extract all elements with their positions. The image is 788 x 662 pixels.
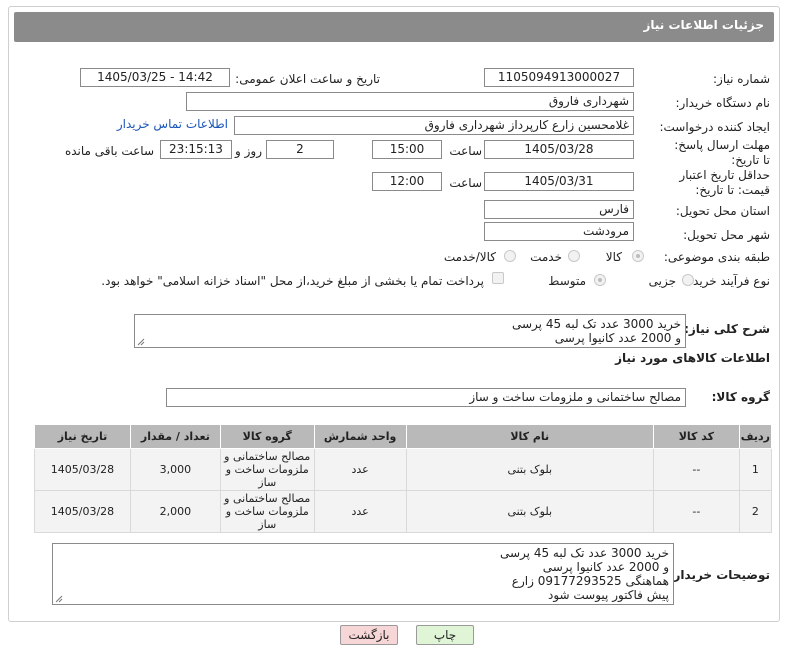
page-title: جزئیات اطلاعات نیاز (643, 18, 764, 32)
summary-label: شرح کلی نیاز: (684, 322, 770, 336)
back-button[interactable]: بازگشت (340, 625, 398, 645)
announce-datetime-field[interactable]: 1405/03/25 - 14:42 (80, 68, 230, 87)
process-radio-medium[interactable] (594, 274, 606, 286)
row-unit: عدد (313, 448, 407, 491)
summary-textarea[interactable]: خرید 3000 عدد تک لبه 45 پرسی و 2000 عدد … (134, 314, 686, 348)
deadline-time-label: ساعت (449, 144, 482, 158)
row-group: مصالح ساختمانی و ملزومات ساخت و ساز (219, 490, 315, 533)
row-index: 1 (738, 448, 773, 491)
buyer-org-field[interactable]: شهرداری فاروق (186, 92, 634, 111)
deadline-time-field[interactable]: 15:00 (372, 140, 442, 159)
summary-line-1: خرید 3000 عدد تک لبه 45 پرسی (511, 317, 681, 331)
row-unit: عدد (313, 490, 407, 533)
row-code: -- (652, 490, 740, 533)
category-radio-goods[interactable] (632, 250, 644, 262)
buyer-notes-line-2: و 2000 عدد کانیوا پرسی (542, 560, 669, 574)
table-row[interactable]: 1 -- بلوک بتنی عدد مصالح ساختمانی و ملزو… (34, 448, 773, 491)
row-code: -- (652, 448, 740, 491)
city-field[interactable]: مرودشت (484, 222, 634, 241)
buyer-contact-link[interactable]: اطلاعات تماس خریدار (117, 117, 228, 131)
category-option-goods: کالا (605, 250, 622, 264)
announce-label: تاریخ و ساعت اعلان عمومی: (235, 72, 380, 86)
remaining-time-field[interactable]: 23:15:13 (160, 140, 232, 159)
buyer-notes-line-3: هماهنگی 09177293525 زارع (511, 574, 669, 588)
col-date-header: تاریخ نیاز (34, 424, 131, 449)
row-name: بلوک بتنی (405, 490, 654, 533)
table-row[interactable]: 2 -- بلوک بتنی عدد مصالح ساختمانی و ملزو… (34, 490, 773, 533)
row-qty: 2,000 (129, 490, 221, 533)
col-group-header: گروه کالا (219, 424, 315, 449)
need-number-field[interactable]: 1105094913000027 (484, 68, 634, 87)
row-qty: 3,000 (129, 448, 221, 491)
province-field[interactable]: فارس (484, 200, 634, 219)
table-header-row: ردیف کد کالا نام کالا واحد شمارش گروه کا… (34, 424, 773, 449)
category-option-goods-service: کالا/خدمت (443, 250, 496, 264)
goods-group-label: گروه کالا: (711, 390, 770, 404)
validity-time-field[interactable]: 12:00 (372, 172, 442, 191)
remaining-label: ساعت باقی مانده (64, 144, 154, 158)
buyer-notes-line-4: پیش فاکتور پیوست شود (547, 588, 669, 602)
resize-grip-icon[interactable] (55, 595, 63, 603)
buyer-org-label: نام دستگاه خریدار: (675, 96, 771, 110)
category-label: طبقه بندی موضوعی: (663, 250, 770, 264)
summary-line-2: و 2000 عدد کانیوا پرسی (554, 331, 681, 345)
days-label: روز و (235, 144, 262, 158)
col-name-header: نام کالا (405, 424, 654, 449)
row-name: بلوک بتنی (405, 448, 654, 491)
process-label: نوع فرآیند خرید : (685, 274, 770, 288)
print-button[interactable]: چاپ (416, 625, 474, 645)
deadline-date-field[interactable]: 1405/03/28 (484, 140, 634, 159)
row-group: مصالح ساختمانی و ملزومات ساخت و ساز (219, 448, 315, 491)
buyer-notes-label: توضیحات خریدار: (668, 568, 770, 582)
buyer-notes-line-1: خرید 3000 عدد تک لبه 45 پرسی (499, 546, 669, 560)
goods-info-title: اطلاعات کالاهای مورد نیاز (615, 351, 770, 365)
creator-label: ایجاد کننده درخواست: (659, 120, 770, 134)
row-index: 2 (738, 490, 773, 533)
header-bar: جزئیات اطلاعات نیاز (14, 12, 774, 42)
items-table: ردیف کد کالا نام کالا واحد شمارش گروه کا… (34, 424, 773, 533)
row-date: 1405/03/28 (34, 490, 131, 533)
category-option-service: خدمت (530, 250, 562, 264)
process-radio-minor[interactable] (682, 274, 694, 286)
col-index-header: ردیف (738, 424, 773, 449)
validity-label: حداقل تاریخ اعتبار قیمت: تا تاریخ: (679, 168, 770, 197)
resize-grip-icon[interactable] (137, 338, 145, 346)
need-number-label: شماره نیاز: (713, 72, 770, 86)
col-unit-header: واحد شمارش (313, 424, 407, 449)
treasury-payment-checkbox[interactable] (492, 272, 504, 284)
validity-time-label: ساعت (449, 176, 482, 190)
process-option-minor: جزیی (648, 274, 676, 288)
days-field[interactable]: 2 (266, 140, 334, 159)
treasury-payment-note: پرداخت تمام یا بخشی از مبلغ خرید،از محل … (101, 274, 484, 288)
validity-date-field[interactable]: 1405/03/31 (484, 172, 634, 191)
row-date: 1405/03/28 (34, 448, 131, 491)
category-radio-service[interactable] (568, 250, 580, 262)
deadline-label: مهلت ارسال پاسخ: تا تاریخ: (674, 138, 770, 167)
province-label: استان محل تحویل: (675, 204, 770, 218)
city-label: شهر محل تحویل: (683, 228, 770, 242)
creator-field[interactable]: غلامحسین زارع کارپرداز شهرداری فاروق (234, 116, 634, 135)
category-radio-goods-service[interactable] (504, 250, 516, 262)
goods-group-field[interactable]: مصالح ساختمانی و ملزومات ساخت و ساز (166, 388, 686, 407)
col-code-header: کد کالا (652, 424, 740, 449)
buyer-notes-textarea[interactable]: خرید 3000 عدد تک لبه 45 پرسی و 2000 عدد … (52, 543, 674, 605)
process-option-medium: متوسط (548, 274, 586, 288)
col-qty-header: تعداد / مقدار (129, 424, 221, 449)
